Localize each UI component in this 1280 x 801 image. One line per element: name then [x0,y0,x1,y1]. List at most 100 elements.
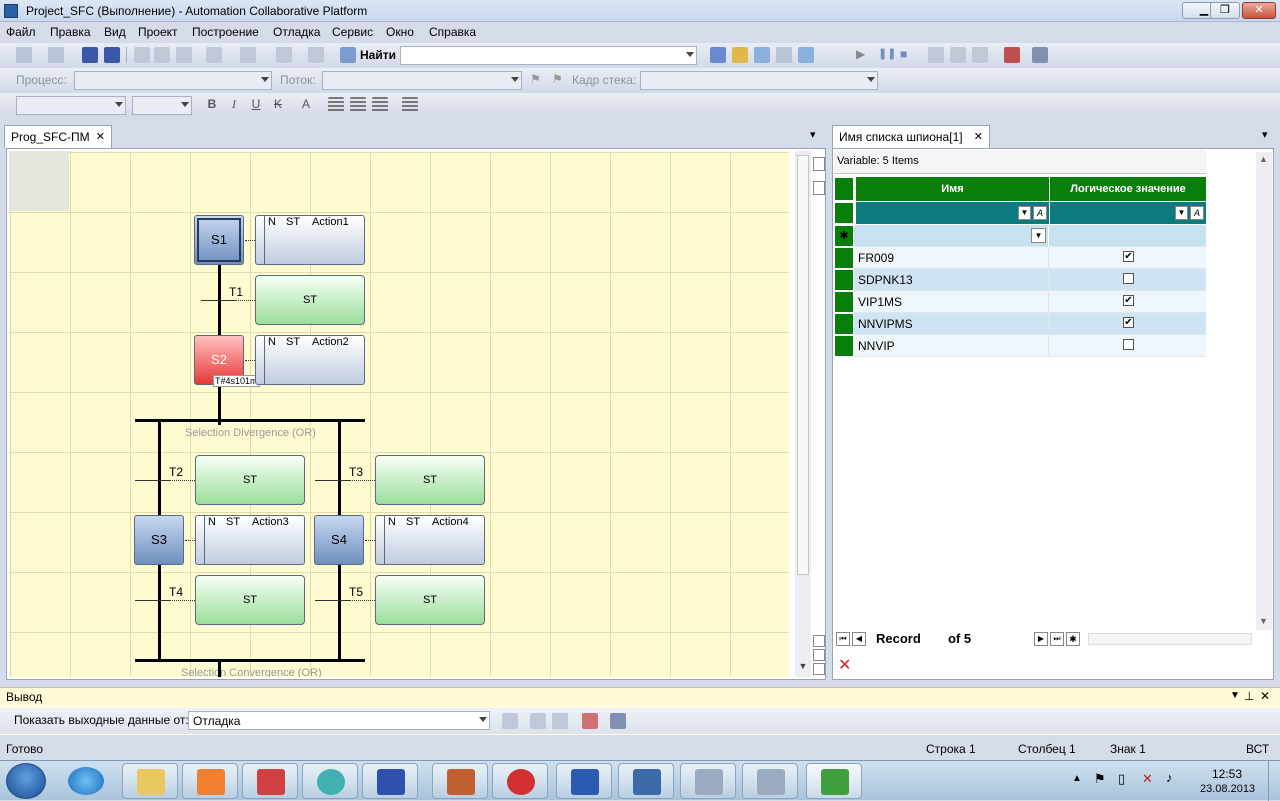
internet-explorer-icon[interactable] [68,767,104,795]
menu-file[interactable]: Файл [6,25,36,39]
solution-explorer-icon[interactable] [732,47,748,63]
last-record-button[interactable]: ⏭ [1050,632,1064,646]
font-size-combo[interactable] [132,96,192,115]
menu-view[interactable]: Вид [104,25,126,39]
grid-horizontal-scrollbar[interactable] [1088,633,1252,645]
network-icon[interactable]: ✕ [1142,771,1153,787]
show-desktop-button[interactable] [1268,761,1280,801]
transition-block-t2[interactable]: ST [195,455,305,505]
align-right-icon[interactable] [372,97,388,113]
find-icon[interactable] [340,47,356,63]
transition-block-t5[interactable]: ST [375,575,485,625]
table-row[interactable]: SDPNK13 [834,269,1206,291]
output-source-select[interactable]: Отладка [188,711,490,730]
cut-icon[interactable] [134,47,150,63]
value-checkbox[interactable] [1123,339,1134,350]
column-header-value[interactable]: Логическое значение [1050,177,1206,201]
column-header-name[interactable]: Имя [856,177,1049,201]
underline-button[interactable]: U [248,97,264,113]
scroll-down-icon[interactable]: ▼ [797,661,809,673]
filter-operator-icon[interactable]: A [1033,206,1047,220]
action-block-action3[interactable]: N ST Action3 [195,515,305,565]
first-record-button[interactable]: ⏮ [836,632,850,646]
properties-icon[interactable] [754,47,770,63]
taskbar-snipping-tool[interactable] [242,763,298,799]
transition-block-t4[interactable]: ST [195,575,305,625]
taskbar-explorer[interactable] [122,763,178,799]
window-layout-icon[interactable] [798,47,814,63]
transition-block-t3[interactable]: ST [375,455,485,505]
delete-icon[interactable]: ✕ [838,655,851,675]
start-button[interactable] [6,763,46,799]
next-message-icon[interactable] [552,713,568,729]
page-icon[interactable] [813,649,825,661]
tab-list-menu-icon[interactable]: ▾ [1262,128,1268,141]
navigate-forward-icon[interactable] [308,47,324,63]
step-into-icon[interactable] [928,47,944,63]
navigate-back-icon[interactable] [276,47,292,63]
tab-spy-list[interactable]: Имя списка шпиона[1] ✕ [832,125,990,148]
strikethrough-button[interactable]: K [270,97,286,113]
clock-time[interactable]: 12:53 [1212,767,1242,781]
close-icon[interactable]: ✕ [974,130,983,143]
chevron-down-icon[interactable]: ▼ [1031,228,1046,243]
save-all-icon[interactable] [104,47,120,63]
value-checkbox[interactable]: ✔ [1123,295,1134,306]
undo-icon[interactable] [206,47,222,63]
variable-name[interactable]: SDPNK13 [834,269,1049,291]
collapse-icon[interactable] [813,663,825,675]
menu-build[interactable]: Построение [192,25,259,39]
value-checkbox[interactable]: ✔ [1123,317,1134,328]
menu-service[interactable]: Сервис [332,25,373,39]
close-button[interactable]: ✕ [1242,2,1276,19]
tab-list-menu-icon[interactable]: ▾ [810,128,816,141]
dropdown-icon[interactable]: ▼ [1230,690,1240,701]
zoom-fit-icon[interactable] [813,157,825,171]
new-icon[interactable] [16,47,32,63]
menu-edit[interactable]: Правка [50,25,91,39]
start-debug-icon[interactable]: ▶ [856,47,872,63]
find-input[interactable] [400,46,697,65]
font-name-combo[interactable] [16,96,126,115]
new-row-name-cell[interactable]: ▼ [856,225,1049,247]
step-over-icon[interactable] [950,47,966,63]
prev-record-button[interactable]: ◀ [852,632,866,646]
bold-button[interactable]: B [204,97,220,113]
add-element-icon[interactable] [813,181,825,195]
close-icon[interactable]: ✕ [1260,689,1270,703]
step-s1[interactable]: S1 [194,215,244,265]
clock-date[interactable]: 23.08.2013 [1200,783,1255,795]
taskbar-app-11[interactable] [742,763,798,799]
filter-icon[interactable]: ⚑ [552,72,568,88]
save-icon[interactable] [82,47,98,63]
taskbar-word[interactable] [556,763,612,799]
step-s3[interactable]: S3 [134,515,184,565]
page-up-icon[interactable] [813,635,825,647]
table-row[interactable]: NNVIPMS ✔ [834,313,1206,335]
maximize-button[interactable]: ❐ [1210,2,1240,19]
table-row[interactable]: FR009 ✔ [834,247,1206,269]
power-icon[interactable]: ▯ [1118,771,1125,787]
variable-name[interactable]: FR009 [834,247,1049,269]
paste-icon[interactable] [176,47,192,63]
filter-operator-icon[interactable]: A [1190,206,1204,220]
find-message-icon[interactable] [502,713,518,729]
value-filter-input[interactable]: ▼ A [1050,202,1206,224]
taskbar-media-player[interactable] [182,763,238,799]
taskbar-app-4[interactable] [302,763,358,799]
tab-prog-sfc[interactable]: Prog_SFC-ПМ ✕ [4,125,112,148]
menu-window[interactable]: Окно [386,25,414,39]
thread-combo[interactable] [322,71,522,90]
italic-button[interactable]: I [226,97,242,113]
align-left-icon[interactable] [328,97,344,113]
record-number-input[interactable] [928,631,942,647]
chevron-down-icon[interactable]: ▼ [1175,206,1188,220]
show-hidden-icons-icon[interactable]: ▲ [1072,773,1082,784]
word-wrap-icon[interactable] [610,713,626,729]
flag-threads-icon[interactable]: ⚑ [530,72,546,88]
action-block-action2[interactable]: N ST Action2 [255,335,365,385]
redo-icon[interactable] [240,47,256,63]
next-record-button[interactable]: ▶ [1034,632,1048,646]
new-record-button[interactable]: ✱ [1066,632,1080,646]
stack-frame-combo[interactable] [640,71,878,90]
